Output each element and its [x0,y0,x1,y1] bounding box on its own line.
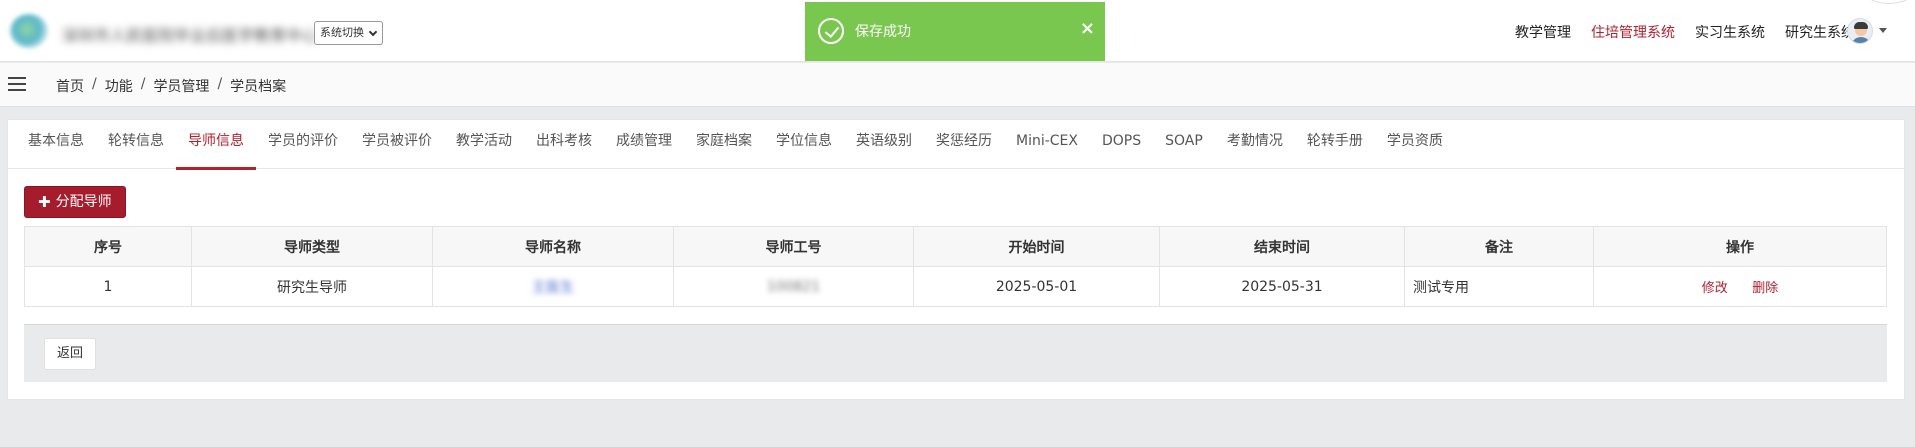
menu-icon[interactable] [8,77,26,91]
tab-basic-info[interactable]: 基本信息 [16,120,96,169]
tab-tutor-info[interactable]: 导师信息 [176,120,256,170]
tab-awards[interactable]: 奖惩经历 [924,120,1004,169]
top-header: 深圳市人民医院毕业后医学教育中心 系统切换 保存成功 × 教学管理 住培管理系统… [0,0,1915,62]
nav-graduate[interactable]: 研究生系统 [1785,22,1855,42]
breadcrumb-student-file: 学员档案 [230,79,287,95]
tab-student-evaluations[interactable]: 学员的评价 [256,120,350,169]
tab-attendance[interactable]: 考勤情况 [1215,120,1295,169]
tab-family-file[interactable]: 家庭档案 [684,120,764,169]
check-circle-icon [818,18,844,44]
breadcrumb-student-mgmt[interactable]: 学员管理 [153,76,209,96]
tab-mini-cex[interactable]: Mini-CEX [1004,120,1090,169]
corner-decoration [1863,0,1915,4]
main-panel: 基本信息 轮转信息 导师信息 学员的评价 学员被评价 教学活动 出科考核 成绩管… [7,119,1905,400]
top-nav: 教学管理 住培管理系统 实习生系统 研究生系统 [1515,22,1855,42]
tab-rotation-info[interactable]: 轮转信息 [96,120,176,169]
org-name: 深圳市人民医院毕业后医学教育中心 [62,26,319,45]
tutor-code: 100821 [766,278,821,295]
table-header-row: 序号 导师类型 导师名称 导师工号 开始时间 结束时间 备注 操作 [24,226,1887,267]
tutor-table: 序号 导师类型 导师名称 导师工号 开始时间 结束时间 备注 操作 1 研究生导… [24,226,1887,307]
caret-down-icon[interactable] [1879,28,1887,33]
back-button[interactable]: 返回 [44,338,97,370]
delete-link[interactable]: 删除 [1752,281,1778,296]
tab-soap[interactable]: SOAP [1153,120,1215,169]
tab-dept-exam[interactable]: 出科考核 [524,120,604,169]
tab-degree-info[interactable]: 学位信息 [764,120,844,169]
nav-residency[interactable]: 住培管理系统 [1591,22,1675,42]
hospital-logo [10,14,48,48]
tab-dops[interactable]: DOPS [1090,120,1153,169]
system-switch-select[interactable]: 系统切换 [314,21,383,45]
nav-teaching[interactable]: 教学管理 [1515,22,1571,42]
edit-link[interactable]: 修改 [1702,281,1728,296]
tutor-name-link[interactable]: 王医生 [532,277,574,297]
close-icon[interactable]: × [1080,18,1095,39]
tab-teaching-activity[interactable]: 教学活动 [444,120,524,169]
tab-student-evaluated[interactable]: 学员被评价 [350,120,444,169]
tab-english-level[interactable]: 英语级别 [844,120,924,169]
breadcrumb-function[interactable]: 功能 [105,76,133,96]
tab-rotation-handbook[interactable]: 轮转手册 [1295,120,1375,169]
chevron-down-icon [368,27,378,36]
tab-grades[interactable]: 成绩管理 [604,120,684,169]
tab-bar: 基本信息 轮转信息 导师信息 学员的评价 学员被评价 教学活动 出科考核 成绩管… [8,120,1904,170]
toast-message: 保存成功 [855,24,911,40]
nav-intern[interactable]: 实习生系统 [1695,22,1765,42]
avatar[interactable] [1847,18,1873,44]
breadcrumb: 首页 / 功能 / 学员管理 / 学员档案 [56,76,287,96]
assign-tutor-button[interactable]: ✚ 分配导师 [24,186,126,218]
save-success-toast: 保存成功 × [805,2,1105,61]
form-footer: 返回 [24,324,1887,382]
tab-student-qualification[interactable]: 学员资质 [1375,120,1455,169]
plus-icon: ✚ [38,193,51,211]
table-row: 1 研究生导师 王医生 100821 2025-05-01 2025-05-31… [24,266,1887,307]
breadcrumb-home[interactable]: 首页 [56,76,84,96]
breadcrumb-bar: 首页 / 功能 / 学员管理 / 学员档案 [0,63,1915,107]
